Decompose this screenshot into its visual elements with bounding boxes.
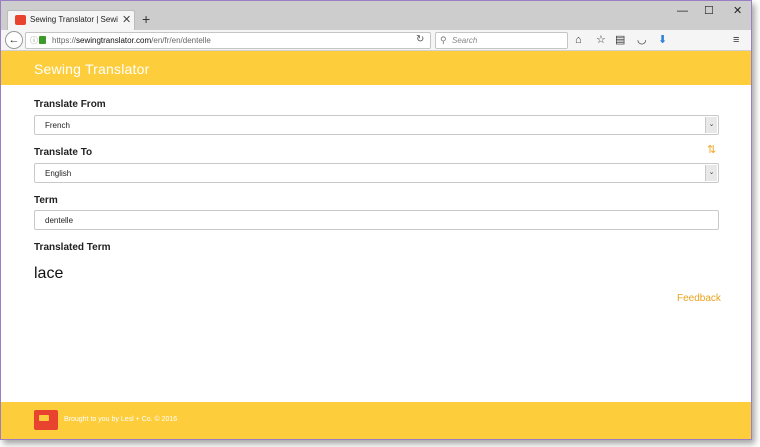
close-window-icon[interactable]: ✕	[733, 4, 742, 18]
browser-tab[interactable]: Sewing Translator | Sewin... ✕	[7, 10, 135, 30]
maximize-icon[interactable]: ☐	[704, 4, 714, 18]
url-text[interactable]: https://sewingtranslator.com/en/fr/en/de…	[52, 36, 211, 45]
tab-strip: Sewing Translator | Sewin... ✕ + — ☐ ✕	[1, 1, 751, 30]
sewing-machine-logo-icon	[34, 410, 58, 430]
translate-from-label: Translate From	[34, 99, 106, 110]
search-placeholder: Search	[452, 36, 478, 45]
home-icon[interactable]: ⌂	[575, 34, 582, 46]
translate-from-select[interactable]: French ⌄	[34, 115, 719, 135]
info-icon[interactable]: ⓘ	[30, 35, 38, 46]
lock-icon	[39, 36, 46, 44]
reload-icon[interactable]: ↻	[416, 34, 424, 45]
feedback-link[interactable]: Feedback	[677, 293, 721, 304]
site-header: Sewing Translator	[1, 51, 751, 85]
search-input[interactable]: ⚲ Search	[435, 32, 568, 49]
search-icon: ⚲	[440, 35, 447, 45]
menu-icon[interactable]: ≡	[733, 34, 739, 46]
favicon-icon	[15, 15, 26, 25]
footer-credit: Brought to you by Lesl + Co. © 2016	[64, 416, 178, 423]
tab-title: Sewing Translator | Sewin...	[30, 15, 118, 24]
translate-to-label: Translate To	[34, 147, 93, 158]
new-tab-button[interactable]: +	[142, 10, 150, 28]
term-value: dentelle	[45, 216, 74, 225]
translated-term-label: Translated Term	[34, 242, 111, 253]
navigation-bar: ← ⓘ https://sewingtranslator.com/en/fr/e…	[1, 30, 751, 51]
translate-from-value: French	[45, 121, 70, 130]
term-input[interactable]: dentelle	[34, 210, 719, 230]
translate-to-value: English	[45, 169, 72, 178]
translate-to-select[interactable]: English ⌄	[34, 163, 719, 183]
url-bar[interactable]: ⓘ https://sewingtranslator.com/en/fr/en/…	[25, 32, 431, 49]
star-icon[interactable]: ☆	[596, 34, 606, 46]
chevron-down-icon[interactable]: ⌄	[705, 165, 717, 181]
back-button[interactable]: ←	[5, 31, 23, 49]
browser-window: Sewing Translator | Sewin... ✕ + — ☐ ✕ ←…	[0, 0, 752, 440]
minimize-icon[interactable]: —	[677, 4, 688, 18]
swap-languages-icon[interactable]: ⇅	[707, 144, 716, 156]
site-footer: Brought to you by Lesl + Co. © 2016	[1, 402, 751, 439]
translated-term-value: lace	[34, 265, 64, 282]
reading-list-icon[interactable]: ▤	[615, 34, 625, 46]
chevron-down-icon[interactable]: ⌄	[705, 117, 717, 133]
term-label: Term	[34, 195, 58, 206]
pocket-icon[interactable]: ◡	[637, 34, 647, 46]
site-brand[interactable]: Sewing Translator	[34, 61, 149, 77]
tab-close-icon[interactable]: ✕	[122, 13, 131, 26]
download-icon[interactable]: ⬇	[658, 34, 667, 46]
